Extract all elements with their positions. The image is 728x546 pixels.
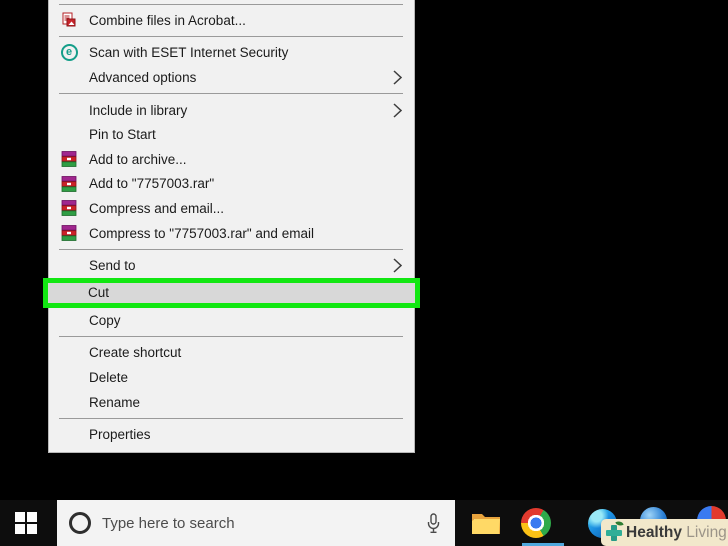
- menu-item-label: Combine files in Acrobat...: [89, 12, 246, 28]
- winrar-icon: [49, 225, 89, 241]
- winrar-icon: [49, 175, 89, 192]
- menu-item-label: Rename: [89, 394, 141, 410]
- chevron-right-icon: [393, 70, 402, 85]
- menu-separator: [49, 33, 414, 41]
- menu-separator: [49, 0, 414, 8]
- search-input[interactable]: [102, 514, 427, 532]
- menu-item-compress-to-rar-and-email[interactable]: Compress to "7757003.rar" and email: [49, 221, 414, 246]
- winrar-icon: [49, 200, 89, 217]
- menu-item-label: Delete: [89, 369, 129, 385]
- menu-item-add-to-rar[interactable]: Add to "7757003.rar": [49, 172, 414, 197]
- menu-item-scan-with-eset[interactable]: e Scan with ESET Internet Security: [49, 41, 414, 66]
- start-button[interactable]: [15, 512, 37, 534]
- menu-item-delete[interactable]: Delete: [49, 365, 414, 390]
- menu-item-rename[interactable]: Rename: [49, 390, 414, 415]
- menu-item-label: Compress and email...: [89, 200, 225, 216]
- menu-item-label: Add to archive...: [89, 151, 187, 167]
- menu-item-copy[interactable]: Copy: [49, 308, 414, 333]
- context-menu: Combine files in Acrobat... e Scan with …: [43, 0, 420, 453]
- taskbar-search-box[interactable]: [57, 500, 455, 546]
- menu-item-label: Create shortcut: [89, 345, 182, 361]
- healthy-living-watermark: Healthy Living: [601, 519, 728, 546]
- menu-item-label: Scan with ESET Internet Security: [89, 45, 289, 61]
- menu-item-label: Properties: [89, 427, 151, 443]
- menu-item-advanced-options[interactable]: Advanced options: [49, 65, 414, 90]
- menu-item-label: Compress to "7757003.rar" and email: [89, 225, 314, 241]
- menu-item-label: Copy: [89, 312, 121, 328]
- chrome-icon[interactable]: [521, 508, 551, 538]
- watermark-text: Healthy Living: [626, 523, 727, 541]
- menu-item-label: Add to "7757003.rar": [89, 176, 215, 192]
- menu-item-label: Cut: [88, 285, 110, 301]
- health-plus-icon: [605, 519, 624, 542]
- start-icon: [15, 512, 25, 522]
- menu-separator: [49, 245, 414, 253]
- menu-item-create-shortcut[interactable]: Create shortcut: [49, 341, 414, 366]
- menu-item-add-to-archive[interactable]: Add to archive...: [49, 147, 414, 172]
- menu-item-label: Include in library: [89, 102, 188, 118]
- menu-separator: [49, 333, 414, 341]
- menu-item-pin-to-start[interactable]: Pin to Start: [49, 122, 414, 147]
- menu-item-send-to[interactable]: Send to: [49, 253, 414, 278]
- menu-separator: [49, 90, 414, 98]
- menu-item-properties[interactable]: Properties: [49, 422, 414, 447]
- chevron-right-icon: [393, 258, 402, 273]
- menu-item-label: Pin to Start: [89, 127, 156, 143]
- file-explorer-icon[interactable]: [471, 510, 501, 541]
- menu-item-cut[interactable]: Cut: [43, 277, 420, 308]
- chevron-right-icon: [393, 103, 402, 118]
- acrobat-combine-icon: [49, 12, 89, 28]
- menu-item-label: Send to: [89, 258, 136, 274]
- menu-item-combine-files-in-acrobat[interactable]: Combine files in Acrobat...: [49, 8, 414, 33]
- cortana-circle-icon: [69, 512, 91, 534]
- leaf-icon: [615, 519, 624, 527]
- microphone-icon[interactable]: [427, 512, 440, 534]
- menu-separator: [49, 414, 414, 422]
- menu-item-include-in-library[interactable]: Include in library: [49, 98, 414, 123]
- eset-icon: e: [60, 44, 78, 62]
- menu-item-label: Advanced options: [89, 69, 197, 85]
- winrar-icon: [49, 151, 89, 168]
- menu-item-compress-and-email[interactable]: Compress and email...: [49, 196, 414, 221]
